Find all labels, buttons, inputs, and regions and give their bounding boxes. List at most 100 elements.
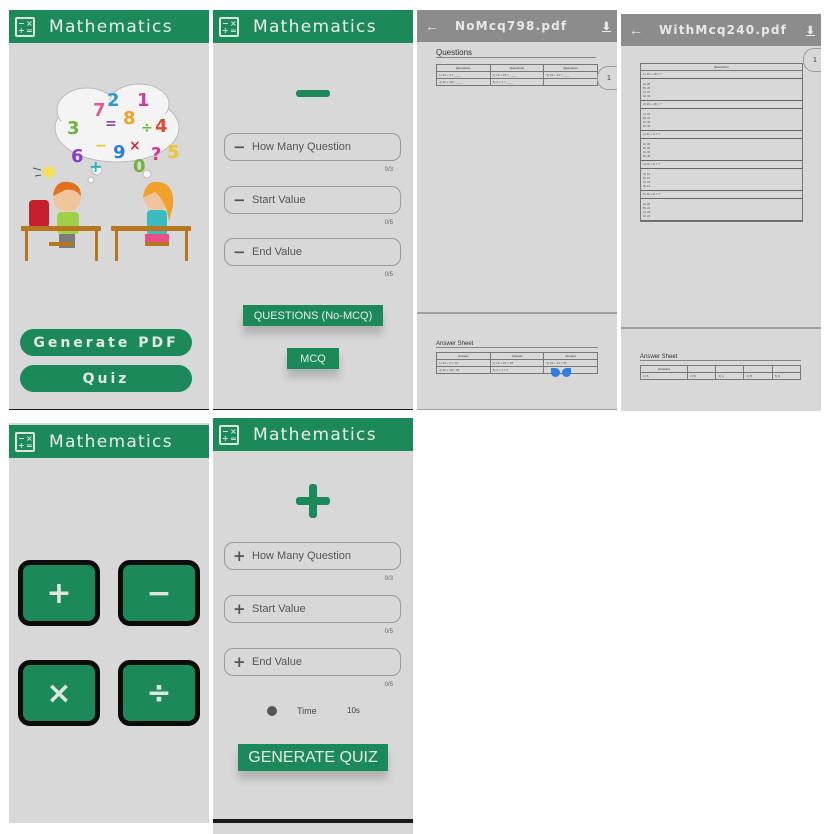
- input-placeholder: End Value: [252, 246, 302, 258]
- quiz-button[interactable]: Quiz: [20, 365, 192, 392]
- plus-operation-icon: [296, 484, 330, 518]
- mcq-option: D) 36: [643, 124, 651, 128]
- table-cell: 3) 15 + 21 = ____: [543, 71, 598, 79]
- mcq-question-row: 1) 10 + 18 = ?: [641, 71, 802, 79]
- svg-text:9: 9: [113, 142, 126, 163]
- table-cell: 4) 40 + 28 = ____: [436, 78, 491, 86]
- subtraction-button[interactable]: −: [118, 560, 200, 626]
- how-many-question-input[interactable]: + How Many Question: [224, 542, 401, 570]
- mcq-option: D) 40: [643, 154, 651, 158]
- answer-sheet-heading: Answer Sheet: [640, 354, 801, 361]
- app-title: Mathematics: [49, 16, 173, 37]
- svg-text:−: −: [95, 138, 107, 154]
- calculator-logo-icon: − × + =: [219, 424, 239, 445]
- mcq-options-block: A) 34 B) 31 C) 30 D) 36: [641, 109, 802, 131]
- home-screen: − × + = Mathematics 3 7 2 = 8 1 ÷ 4 6 − 9 …: [9, 10, 209, 410]
- table-cell: 5) B: [771, 372, 802, 380]
- mcq-question-row: 2) 16 + 18 = ?: [641, 101, 802, 109]
- start-value-input[interactable]: + Start Value: [224, 595, 401, 623]
- svg-text:?: ?: [151, 144, 161, 165]
- app-title: Mathematics: [49, 431, 173, 452]
- mcq-questions-table: Questions 1) 10 + 18 = ? A) 28 B) 20 C) 27 D…: [640, 63, 803, 222]
- table-cell: 2) B: [687, 372, 717, 380]
- text-selection-handle-left[interactable]: [551, 368, 560, 377]
- table-cell: 1) B: [639, 372, 689, 380]
- mcq-option: D) 22: [643, 214, 651, 218]
- app-bar: − × + = Mathematics: [9, 10, 209, 43]
- table-cell: 4) B: [743, 372, 773, 380]
- questions-no-mcq-button[interactable]: QUESTIONS (No-MCQ): [243, 305, 383, 326]
- mcq-button[interactable]: MCQ: [287, 348, 339, 369]
- page-number-badge: 1: [597, 66, 617, 90]
- division-button[interactable]: ÷: [118, 660, 200, 726]
- download-icon[interactable]: ⬇: [602, 20, 611, 33]
- app-title: Mathematics: [253, 424, 377, 445]
- table-row: 4) 40 + 28 = 68 5) 3 + 1 = 4: [436, 366, 598, 374]
- plus-icon: +: [233, 547, 246, 565]
- multiplication-button[interactable]: ×: [18, 660, 100, 726]
- girl-figure: [143, 181, 174, 242]
- generate-pdf-button[interactable]: Generate PDF: [20, 329, 192, 356]
- boy-figure: [29, 181, 81, 248]
- pdf-toolbar: ← NoMcq798.pdf ⬇: [417, 10, 617, 42]
- char-counter: 0/3: [384, 167, 393, 173]
- svg-text:0: 0: [133, 156, 146, 177]
- how-many-question-input[interactable]: − How Many Question: [224, 133, 401, 161]
- table-cell: 2) 13 + 15 = ____: [489, 71, 545, 79]
- svg-text:8: 8: [123, 108, 136, 129]
- svg-text:÷: ÷: [141, 120, 153, 136]
- table-cell: [543, 78, 598, 86]
- table-header: Answer: [543, 352, 598, 360]
- page-separator: [621, 327, 821, 329]
- pdf-viewer-mcq-screen: ← WithMcq240.pdf ⬇ 1 Questions 1) 10 + 1…: [621, 14, 821, 411]
- end-value-input[interactable]: − End Value: [224, 238, 401, 266]
- table-cell: 2) 13 + 15 = 28: [489, 359, 545, 367]
- app-bar: − × + = Mathematics: [9, 425, 209, 458]
- mcq-question-list: 1) 10 + 18 = ? A) 28 B) 20 C) 27 D) 30 2) 16 …: [641, 71, 802, 221]
- time-value: 10s: [347, 706, 360, 715]
- text-selection-handle-right[interactable]: [562, 368, 571, 377]
- calculator-logo-icon: − × + =: [15, 431, 35, 452]
- app-bar: − × + = Mathematics: [213, 10, 413, 43]
- generate-quiz-button[interactable]: GENERATE QUIZ: [238, 744, 388, 771]
- minus-icon: −: [233, 191, 246, 209]
- kids-math-illustration: 3 7 2 = 8 1 ÷ 4 6 − 9 × + 0 ? 5: [21, 83, 191, 261]
- mcq-options-block: A) 28 B) 20 C) 27 D) 30: [641, 79, 802, 101]
- table-header: Questions: [543, 64, 598, 72]
- calculator-logo-icon: − × + =: [15, 16, 35, 37]
- mcq-option: D) 14: [643, 184, 651, 188]
- screen-bottom-edge: [9, 409, 209, 410]
- back-arrow-icon[interactable]: ←: [425, 18, 455, 34]
- timer-row[interactable]: Time 10s: [267, 705, 377, 717]
- clock-icon: [267, 706, 277, 716]
- questions-table: Questions Questions Questions 1) 10 + 4 …: [436, 64, 598, 86]
- table-header: Answer: [436, 352, 491, 360]
- back-arrow-icon[interactable]: ←: [629, 22, 659, 38]
- download-icon[interactable]: ⬇: [806, 24, 815, 37]
- mcq-options-block: A) 16 B) 15 C) 20 D) 14: [641, 169, 802, 191]
- addition-button[interactable]: +: [18, 560, 100, 626]
- mcq-option: D) 30: [643, 94, 651, 98]
- pdf-file-name: NoMcq798.pdf: [455, 19, 568, 33]
- minus-icon: −: [233, 138, 246, 156]
- char-counter: 0/5: [384, 272, 393, 278]
- table-cell: 3) A: [715, 372, 745, 380]
- table-header: Questions: [436, 64, 491, 72]
- mcq-question-row: 5) 16 + 8 = ?: [641, 191, 802, 199]
- table-header: Questions: [641, 64, 802, 71]
- input-placeholder: How Many Question: [252, 141, 352, 153]
- page-separator: [417, 409, 617, 410]
- svg-text:6: 6: [71, 146, 84, 167]
- char-counter: 0/5: [384, 629, 393, 635]
- svg-text:+: +: [89, 157, 102, 176]
- screen-bottom-edge: [213, 819, 413, 823]
- table-header: Answers: [639, 365, 689, 373]
- minus-operation-icon: [296, 90, 330, 97]
- start-value-input[interactable]: − Start Value: [224, 186, 401, 214]
- svg-text:=: =: [105, 116, 117, 132]
- table-row: 1) 10 + 4 = 14 2) 13 + 15 = 28 3) 15 + 2…: [436, 359, 598, 367]
- mcq-answers-table: Answers 1) B 2) B 3) A 4) B 5) B: [639, 365, 802, 380]
- svg-text:2: 2: [107, 90, 120, 111]
- end-value-input[interactable]: + End Value: [224, 648, 401, 676]
- input-placeholder: How Many Question: [252, 550, 352, 562]
